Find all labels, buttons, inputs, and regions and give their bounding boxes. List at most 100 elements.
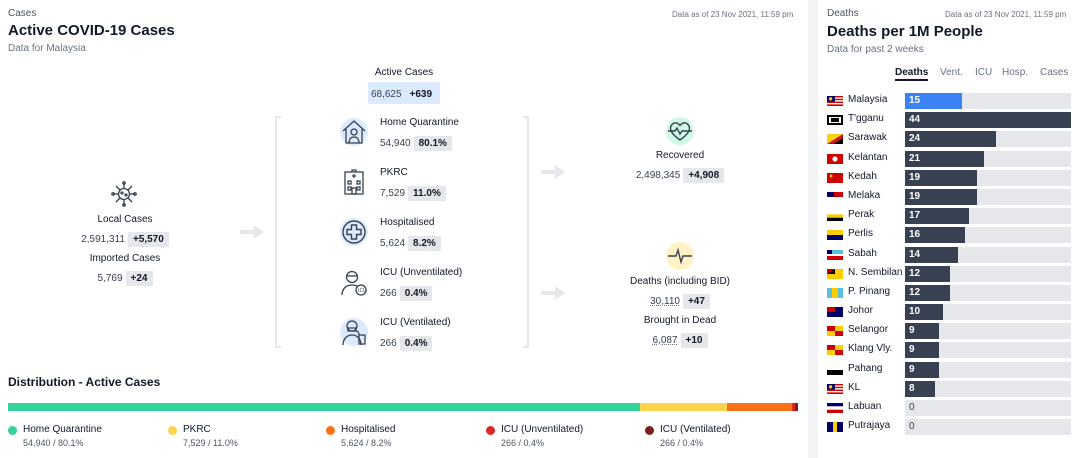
state-bar-track: 9 [905, 342, 1071, 359]
state-bar-track: 14 [905, 246, 1071, 263]
pahang-flag-icon [827, 364, 843, 375]
active-cases-label: Active Cases [374, 67, 434, 78]
state-row: Pahang 9 [827, 361, 1072, 380]
state-name: Malaysia [848, 94, 888, 105]
state-bar-value: 24 [909, 133, 921, 145]
state-bar-track: 17 [905, 208, 1071, 225]
state-name: Melaka [848, 189, 881, 201]
state-name: Pahang [848, 362, 883, 374]
building-icon [339, 167, 369, 197]
terengganu-flag-icon [827, 115, 843, 126]
local-cases-block: Local Cases 2,591,311 +5,570 [60, 214, 190, 247]
distribution-segment-pkrc [640, 403, 727, 411]
icu-unventilated-value: 266 [380, 288, 397, 299]
malaysia-flag-icon [827, 96, 843, 106]
active-cases-box: 68,625 +639 [367, 82, 441, 104]
legend-dot [8, 426, 17, 435]
state-bar-track: 16 [905, 227, 1071, 244]
legend-detail: 5,624 / 8.2% [341, 438, 392, 448]
brought-in-dead-block: Brought in Dead 6,087 +10 [600, 315, 760, 348]
state-bar-value: 19 [909, 171, 921, 183]
state-row: T'gganu 44 [827, 111, 1072, 130]
state-bar-value: 0 [909, 402, 915, 413]
legend-dot [645, 426, 654, 435]
state-name: Klang Vly. [848, 343, 893, 355]
state-row: Johor 10 [827, 303, 1072, 322]
data-as-of: Data as of 23 Nov 2021, 11:59 pm [672, 10, 794, 19]
icu-unventilated-item: ICU ICU (Unventilated) 266 0.4% [339, 267, 499, 307]
tab-cases[interactable]: Cases [1040, 67, 1068, 78]
legend-detail: 7,529 / 11.0% [183, 438, 238, 448]
labuan-flag-icon [827, 403, 843, 413]
imported-cases-block: Imported Cases 5,769 +24 [60, 253, 190, 286]
legend-dot [168, 426, 177, 435]
pkrc-pct: 11.0% [408, 186, 446, 201]
local-cases-value: 2,591,311 [81, 234, 125, 245]
medical-cross-icon [339, 217, 369, 247]
tab-hosp[interactable]: Hosp. [1002, 67, 1028, 78]
state-row: N. Sembilan 12 [827, 265, 1072, 284]
icu-unventilated-label: ICU (Unventilated) [380, 267, 463, 278]
state-bar-track: 21 [905, 150, 1071, 167]
selangor-flag-icon [827, 326, 843, 337]
state-name: Johor [848, 305, 874, 317]
state-bar-value: 9 [909, 325, 915, 337]
legend-dot [486, 426, 495, 435]
local-cases-values: 2,591,311 +5,570 [60, 229, 190, 247]
state-bar-value: 21 [909, 152, 921, 164]
state-bar-track: 0 [905, 419, 1071, 436]
arrow-right-icon [240, 225, 264, 239]
icu-ventilated-values: 266 0.4% [380, 333, 433, 351]
state-bar-track: 12 [905, 265, 1071, 282]
distribution-segment-home-quarantine [8, 403, 641, 411]
heart-pulse-icon [665, 116, 695, 146]
hospitalised-pct: 8.2% [408, 236, 441, 251]
brought-in-dead-label: Brought in Dead [643, 315, 717, 326]
bracket-right [523, 116, 529, 348]
state-bar-value: 17 [909, 210, 921, 222]
local-cases-label: Local Cases [97, 214, 153, 225]
deaths-label: Deaths (including BID) [629, 276, 731, 287]
state-name: Selangor [848, 324, 889, 336]
kl-flag-icon [827, 383, 843, 394]
local-cases-change: +5,570 [127, 232, 169, 247]
deaths-value: 30,110 [650, 296, 680, 307]
state-bar-track: 19 [905, 169, 1071, 186]
sarawak-flag-icon [827, 134, 843, 145]
state-bar-value: 9 [909, 363, 915, 375]
hospitalised-values: 5,624 8.2% [380, 233, 441, 251]
deaths-block: Deaths (including BID) 30,110 +47 [600, 276, 760, 309]
brought-in-dead-value: 6,087 [652, 335, 678, 346]
state-row: KL 8 [827, 380, 1072, 399]
pkrc-item: PKRC 7,529 11.0% [339, 167, 499, 207]
state-bar-value: 8 [909, 382, 915, 394]
recovered-label: Recovered [655, 150, 705, 161]
tab-vent[interactable]: Vent. [940, 67, 963, 78]
active-cases-value: 68,625 [370, 89, 402, 100]
state-row: Putrajaya 0 [827, 418, 1072, 437]
state-name: T'gganu [848, 113, 884, 125]
icu-ventilated-item: ICU (Ventilated) 266 0.4% [339, 317, 499, 357]
state-bar-value: 0 [909, 421, 915, 433]
state-row: Kedah 19 [827, 169, 1072, 188]
tab-icu[interactable]: ICU [975, 67, 992, 78]
pkrc-value: 7,529 [380, 188, 406, 199]
sabah-flag-icon [827, 249, 843, 260]
legend-detail: 266 / 0.4% [660, 438, 704, 448]
legend-label: ICU (Unventilated) [501, 424, 584, 435]
home-quarantine-icon [339, 117, 369, 147]
imported-cases-value: 5,769 [97, 273, 123, 284]
state-row: Melaka 19 [827, 188, 1072, 207]
recovered-block: Recovered 2,498,345 +4,908 [610, 150, 750, 183]
state-bar-value: 12 [909, 286, 921, 298]
svg-text:ICU: ICU [358, 288, 367, 294]
state-bar-value: 9 [909, 344, 915, 356]
state-bar-value: 44 [909, 114, 921, 126]
hospitalised-label: Hospitalised [380, 217, 435, 228]
imported-cases-change: +24 [125, 271, 153, 286]
deaths-subtitle: Data for past 2 weeks [827, 44, 924, 55]
arrow-right-icon [541, 165, 565, 179]
home-quarantine-value: 54,940 [380, 138, 411, 149]
state-name: KL [848, 381, 861, 393]
tab-deaths[interactable]: Deaths [895, 67, 929, 81]
